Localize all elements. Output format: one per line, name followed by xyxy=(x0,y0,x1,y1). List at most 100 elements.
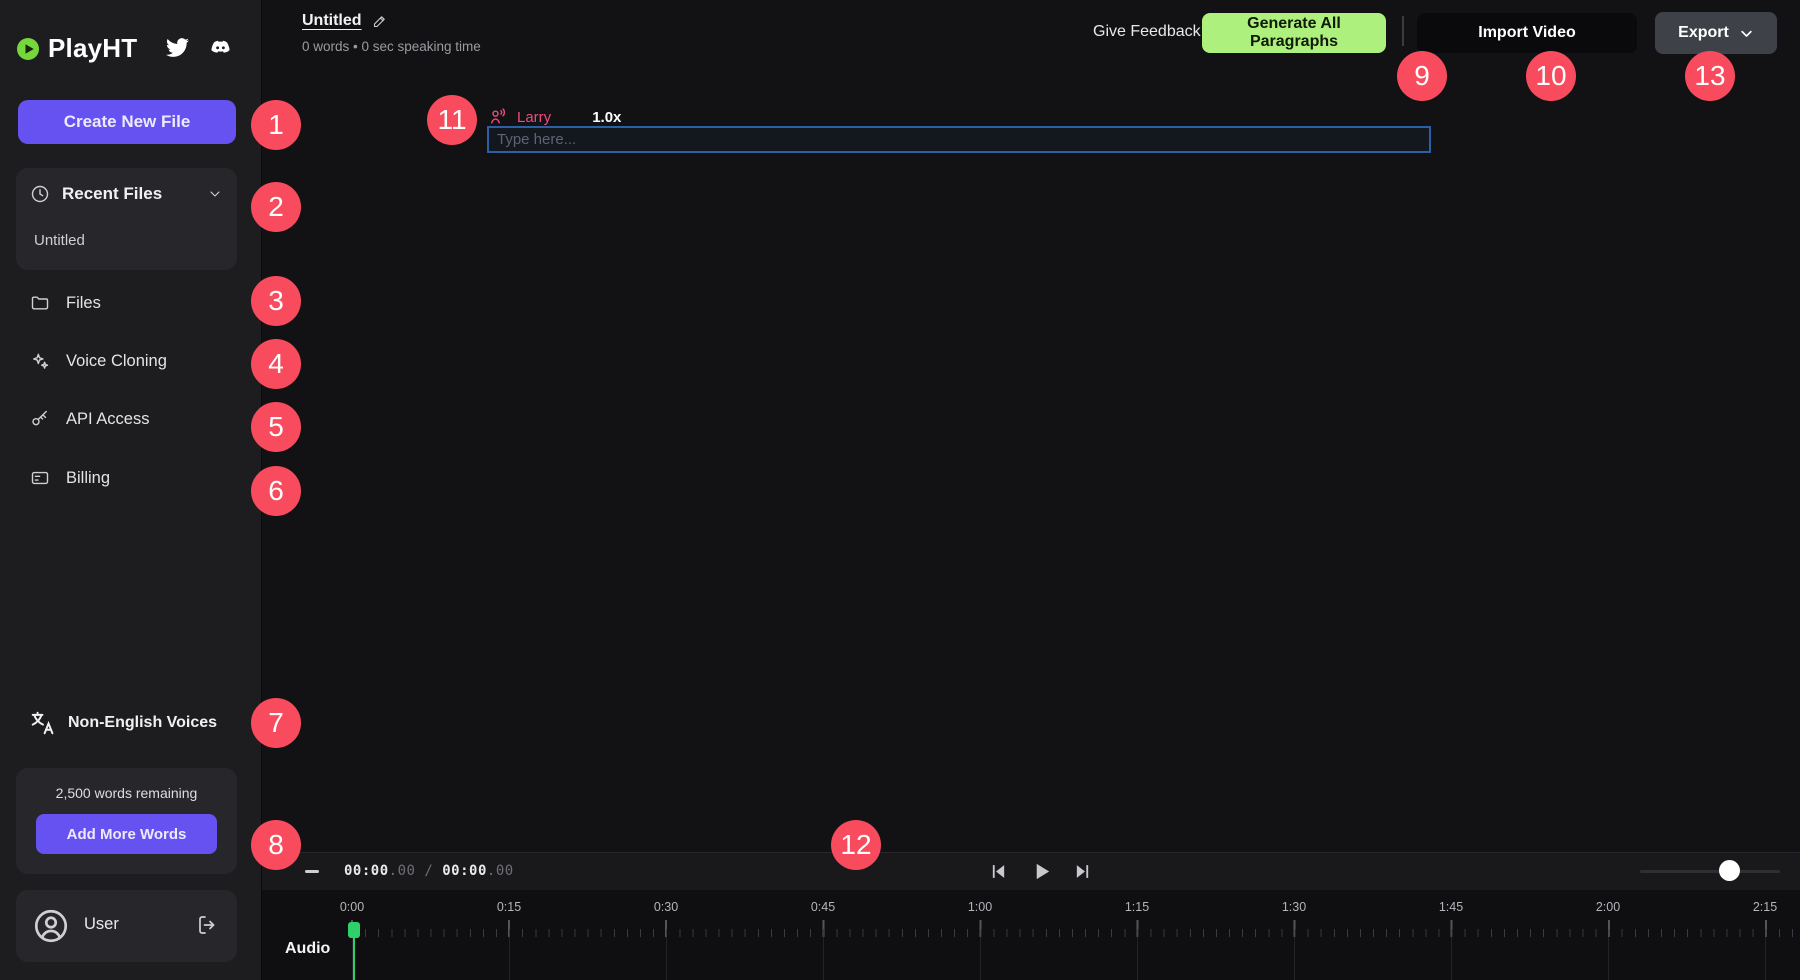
ruler-label: 1:15 xyxy=(1125,900,1149,914)
playhead-handle[interactable] xyxy=(348,922,360,938)
import-video-button[interactable]: Import Video xyxy=(1417,13,1637,53)
sidebar-item-voice-cloning[interactable]: Voice Cloning xyxy=(30,348,167,374)
add-more-words-button[interactable]: Add More Words xyxy=(36,814,217,854)
timeline-zoom-slider-track[interactable] xyxy=(1640,870,1780,873)
annotation-badge-8: 8 xyxy=(251,820,301,870)
grid-line xyxy=(666,937,667,980)
skip-to-end-button[interactable] xyxy=(1074,863,1091,885)
sidebar-item-label: Files xyxy=(66,294,101,313)
app-logo[interactable]: PlayHT xyxy=(16,33,137,64)
current-time: 00:00 xyxy=(344,863,389,879)
ruler-label: 1:00 xyxy=(968,900,992,914)
sidebar-item-label: Voice Cloning xyxy=(66,352,167,371)
toolbar-divider xyxy=(1402,16,1404,46)
annotation-badge-10: 10 xyxy=(1526,51,1576,101)
twitter-icon[interactable] xyxy=(166,36,189,64)
ruler-label: 1:45 xyxy=(1439,900,1463,914)
document-title[interactable]: Untitled xyxy=(302,12,362,30)
current-time-frac: .00 xyxy=(389,863,416,879)
ruler-minor-ticks xyxy=(352,929,1800,937)
voice-speed[interactable]: 1.0x xyxy=(592,109,621,126)
generate-all-paragraphs-button[interactable]: Generate All Paragraphs xyxy=(1202,13,1386,53)
ruler-label: 0:30 xyxy=(654,900,678,914)
sidebar-item-api-access[interactable]: API Access xyxy=(30,406,149,432)
audio-track-label: Audio xyxy=(285,940,330,958)
recent-file-item[interactable]: Untitled xyxy=(34,232,85,249)
total-time-frac: .00 xyxy=(487,863,514,879)
collapse-timeline-button[interactable] xyxy=(305,870,319,873)
chevron-down-icon[interactable] xyxy=(207,186,223,202)
annotation-badge-13: 13 xyxy=(1685,51,1735,101)
timeline-panel: 0:00 0:15 0:30 0:45 1:00 1:15 1:30 1:45 … xyxy=(262,890,1800,980)
play-logo-icon xyxy=(16,37,40,61)
playht-app: PlayHT Create New File Recent Files Unti… xyxy=(0,0,1800,980)
words-remaining-text: 2,500 words remaining xyxy=(16,785,237,801)
grid-line xyxy=(1765,937,1766,980)
grid-line xyxy=(1137,937,1138,980)
annotation-badge-9: 9 xyxy=(1397,51,1447,101)
ruler-label: 0:15 xyxy=(497,900,521,914)
recent-files-header[interactable]: Recent Files xyxy=(30,184,223,204)
discord-icon[interactable] xyxy=(208,36,233,64)
annotation-badge-7: 7 xyxy=(251,698,301,748)
time-separator: / xyxy=(415,863,442,879)
user-panel[interactable]: User xyxy=(16,890,237,962)
paragraph-text-input[interactable] xyxy=(487,126,1431,153)
annotation-badge-4: 4 xyxy=(251,339,301,389)
key-icon xyxy=(30,409,50,429)
transport-bar: 00:00.00 / 00:00.00 xyxy=(262,852,1800,890)
folder-icon xyxy=(30,293,50,313)
export-button[interactable]: Export xyxy=(1655,12,1777,54)
logout-icon[interactable] xyxy=(195,913,219,937)
annotation-badge-3: 3 xyxy=(251,276,301,326)
annotation-badge-5: 5 xyxy=(251,402,301,452)
grid-line xyxy=(980,937,981,980)
time-display: 00:00.00 / 00:00.00 xyxy=(344,863,514,879)
ruler-label: 2:00 xyxy=(1596,900,1620,914)
grid-line xyxy=(1294,937,1295,980)
ruler-label: 0:45 xyxy=(811,900,835,914)
create-new-file-button[interactable]: Create New File xyxy=(18,100,236,144)
annotation-badge-2: 2 xyxy=(251,182,301,232)
document-stats: 0 words • 0 sec speaking time xyxy=(302,39,481,54)
sidebar-item-billing[interactable]: Billing xyxy=(30,465,110,491)
sparkles-icon xyxy=(30,351,50,371)
paragraph-voice-row: Larry 1.0x xyxy=(488,106,621,128)
translate-icon xyxy=(30,710,56,736)
voice-speaker-icon[interactable] xyxy=(488,107,508,127)
timeline-zoom-slider-thumb[interactable] xyxy=(1719,860,1740,881)
voice-name[interactable]: Larry xyxy=(517,109,551,126)
main-area: Untitled 0 words • 0 sec speaking time G… xyxy=(262,0,1800,852)
annotation-badge-11: 11 xyxy=(427,95,477,145)
recent-files-panel: Recent Files Untitled xyxy=(16,168,237,270)
avatar-icon xyxy=(32,907,70,945)
ruler-label: 0:00 xyxy=(340,900,364,914)
sidebar-item-non-english-voices[interactable]: Non-English Voices xyxy=(30,710,217,736)
clock-icon xyxy=(30,184,50,204)
user-label: User xyxy=(84,915,119,934)
play-button[interactable] xyxy=(1030,860,1053,888)
chevron-down-icon xyxy=(1739,26,1754,41)
total-time: 00:00 xyxy=(442,863,487,879)
grid-line xyxy=(823,937,824,980)
edit-title-icon[interactable] xyxy=(372,14,387,29)
ruler-label: 1:30 xyxy=(1282,900,1306,914)
recent-files-title: Recent Files xyxy=(62,184,162,204)
sidebar-item-files[interactable]: Files xyxy=(30,290,101,316)
sidebar: PlayHT Create New File Recent Files Unti… xyxy=(0,0,262,980)
grid-line xyxy=(1451,937,1452,980)
annotation-badge-1: 1 xyxy=(251,100,301,150)
skip-to-start-button[interactable] xyxy=(990,863,1007,885)
sidebar-item-label: API Access xyxy=(66,410,149,429)
annotation-badge-12: 12 xyxy=(831,820,881,870)
annotation-badge-6: 6 xyxy=(251,466,301,516)
give-feedback-link[interactable]: Give Feedback xyxy=(1093,23,1201,41)
playhead-line xyxy=(353,937,355,980)
words-quota-panel: 2,500 words remaining Add More Words xyxy=(16,768,237,874)
credit-card-icon xyxy=(30,468,50,488)
grid-line xyxy=(1608,937,1609,980)
app-logo-text: PlayHT xyxy=(48,33,137,64)
sidebar-item-label: Billing xyxy=(66,469,110,488)
ruler-label: 2:15 xyxy=(1753,900,1777,914)
export-button-label: Export xyxy=(1678,24,1729,42)
